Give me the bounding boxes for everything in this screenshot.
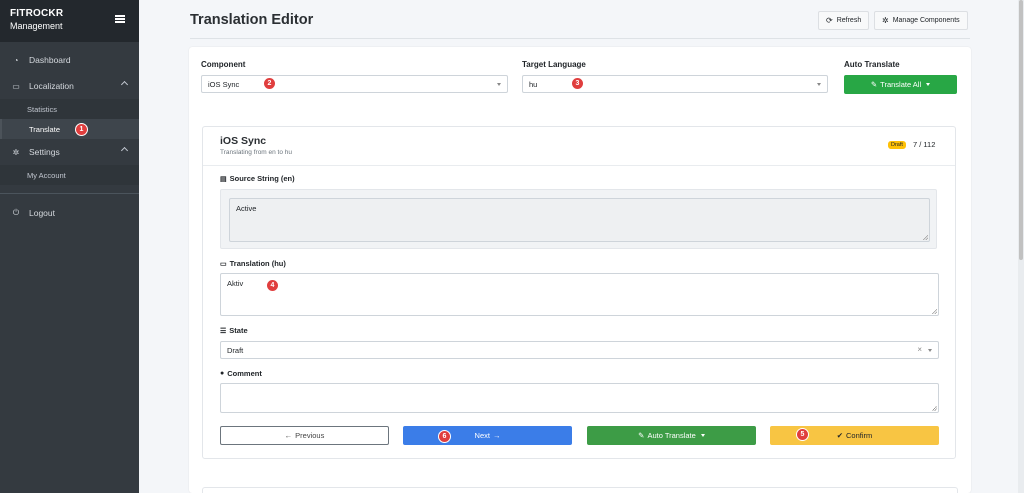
sidebar: FITROCKR Management ◔ Dashboard ▭ Locali… (0, 0, 139, 493)
target-language-select[interactable]: hu (522, 75, 828, 93)
sidebar-item-settings[interactable]: ✲ Settings (0, 139, 139, 165)
refresh-icon: ⟳ (826, 16, 833, 25)
previous-button[interactable]: ← Previous (220, 426, 389, 445)
source-string-value: Active (236, 204, 257, 213)
marker-1: 1 (75, 123, 88, 136)
caret-down-icon (817, 83, 821, 86)
clear-icon[interactable]: × (917, 345, 922, 354)
editor-card: Component iOS Sync Target Language hu Au… (189, 47, 971, 493)
dashboard-icon: ◔ (13, 55, 19, 65)
check-icon: ✔ (836, 431, 844, 440)
sidebar-item-label: Logout (29, 208, 55, 218)
sidebar-item-label: Dashboard (29, 55, 71, 65)
next-label: Next (474, 431, 490, 440)
translation-unit-card: iOS Sync Translating from en to hu Draft… (202, 126, 956, 459)
source-string-box: Active (220, 189, 937, 249)
next-card-edge (202, 487, 958, 493)
sidebar-item-label: Localization (29, 81, 74, 91)
marker-2: 2 (263, 77, 276, 90)
progress-counter: 7 / 112 (913, 140, 936, 149)
marker-4: 4 (266, 279, 279, 292)
resize-handle-icon[interactable] (932, 406, 937, 411)
sidebar-item-dashboard[interactable]: ◔ Dashboard (0, 47, 139, 73)
language-icon: ▭ (12, 81, 20, 91)
state-label: ☰ State (220, 326, 248, 335)
sidebar-item-translate[interactable]: Translate (0, 119, 139, 139)
target-language-label: Target Language (522, 60, 586, 69)
arrow-right-icon: → (492, 431, 501, 440)
sidebar-item-localization[interactable]: ▭ Localization (0, 73, 139, 99)
source-string-label: ▤ Source String (en) (220, 174, 295, 183)
component-select[interactable]: iOS Sync (201, 75, 508, 93)
comment-label: ● Comment (220, 369, 262, 378)
gear-icon: ✲ (882, 16, 889, 25)
comment-textarea[interactable] (220, 383, 939, 413)
state-value: Draft (227, 345, 244, 355)
refresh-label: Refresh (836, 17, 862, 24)
translate-all-label: Translate All (880, 80, 922, 89)
state-label-text: State (229, 326, 248, 335)
target-language-value: hu (529, 79, 538, 89)
translation-value: Aktiv (227, 279, 244, 288)
state-select[interactable]: Draft × (220, 341, 939, 359)
card-header-divider (203, 165, 955, 166)
resize-handle-icon[interactable] (932, 309, 937, 314)
chevron-up-icon (120, 80, 129, 89)
sidebar-item-my-account[interactable]: My Account (0, 165, 139, 185)
list-icon: ☰ (220, 327, 227, 335)
file-icon: ▤ (220, 175, 227, 183)
translation-textarea[interactable]: Aktiv (220, 273, 939, 316)
marker-6: 6 (438, 430, 451, 443)
arrow-left-icon: ← (284, 431, 293, 440)
marker-3: 3 (571, 77, 584, 90)
menu-toggle-icon[interactable] (115, 15, 125, 23)
caret-down-icon (926, 83, 931, 86)
source-string-text: Active (229, 198, 930, 242)
main-content: Translation Editor ⟳ Refresh ✲ Manage Co… (139, 0, 1024, 493)
comment-label-text: Comment (227, 369, 262, 378)
language-icon: ▭ (220, 260, 227, 268)
translate-all-button[interactable]: ✎ Translate All (844, 75, 957, 94)
page-title: Translation Editor (190, 12, 314, 28)
comment-icon: ● (220, 370, 225, 377)
manage-components-button[interactable]: ✲ Manage Components (874, 11, 968, 30)
magic-wand-icon: ✎ (638, 431, 645, 440)
page-scrollbar[interactable] (1018, 0, 1024, 493)
power-icon: ⏻ (12, 208, 20, 217)
component-title: iOS Sync (220, 135, 267, 147)
sidebar-item-label: Settings (29, 147, 60, 157)
auto-translate-label: Auto Translate (647, 431, 696, 440)
resize-handle-icon[interactable] (923, 235, 928, 240)
previous-label: Previous (295, 431, 325, 440)
sidebar-divider (0, 193, 139, 194)
refresh-button[interactable]: ⟳ Refresh (818, 11, 870, 30)
auto-translate-button[interactable]: ✎ Auto Translate (587, 426, 756, 445)
confirm-label: Confirm (846, 431, 873, 440)
brand-title: FITROCKR (10, 8, 64, 19)
caret-down-icon (700, 434, 705, 437)
header-divider (190, 38, 970, 39)
caret-down-icon (497, 83, 501, 86)
brand-subtitle: Management (10, 21, 63, 31)
scrollbar-thumb[interactable] (1019, 0, 1023, 260)
caret-down-icon (928, 349, 932, 352)
source-string-label-text: Source String (en) (229, 174, 295, 183)
brand: FITROCKR Management (0, 0, 139, 42)
auto-translate-label: Auto Translate (844, 60, 900, 69)
component-label: Component (201, 60, 246, 69)
translation-label: ▭ Translation (hu) (220, 259, 286, 268)
sidebar-item-logout[interactable]: ⏻ Logout (0, 200, 139, 226)
next-button[interactable]: Next → (403, 426, 572, 445)
translation-label-text: Translation (hu) (229, 259, 286, 268)
marker-5: 5 (796, 428, 809, 441)
chevron-up-icon (120, 146, 129, 155)
sidebar-item-statistics[interactable]: Statistics (0, 99, 139, 119)
magic-wand-icon: ✎ (870, 80, 878, 89)
status-badge: Draft (888, 141, 906, 149)
manage-components-label: Manage Components (892, 17, 960, 24)
translation-direction: Translating from en to hu (220, 149, 293, 156)
gear-icon: ✲ (12, 147, 20, 157)
component-value: iOS Sync (208, 79, 240, 89)
